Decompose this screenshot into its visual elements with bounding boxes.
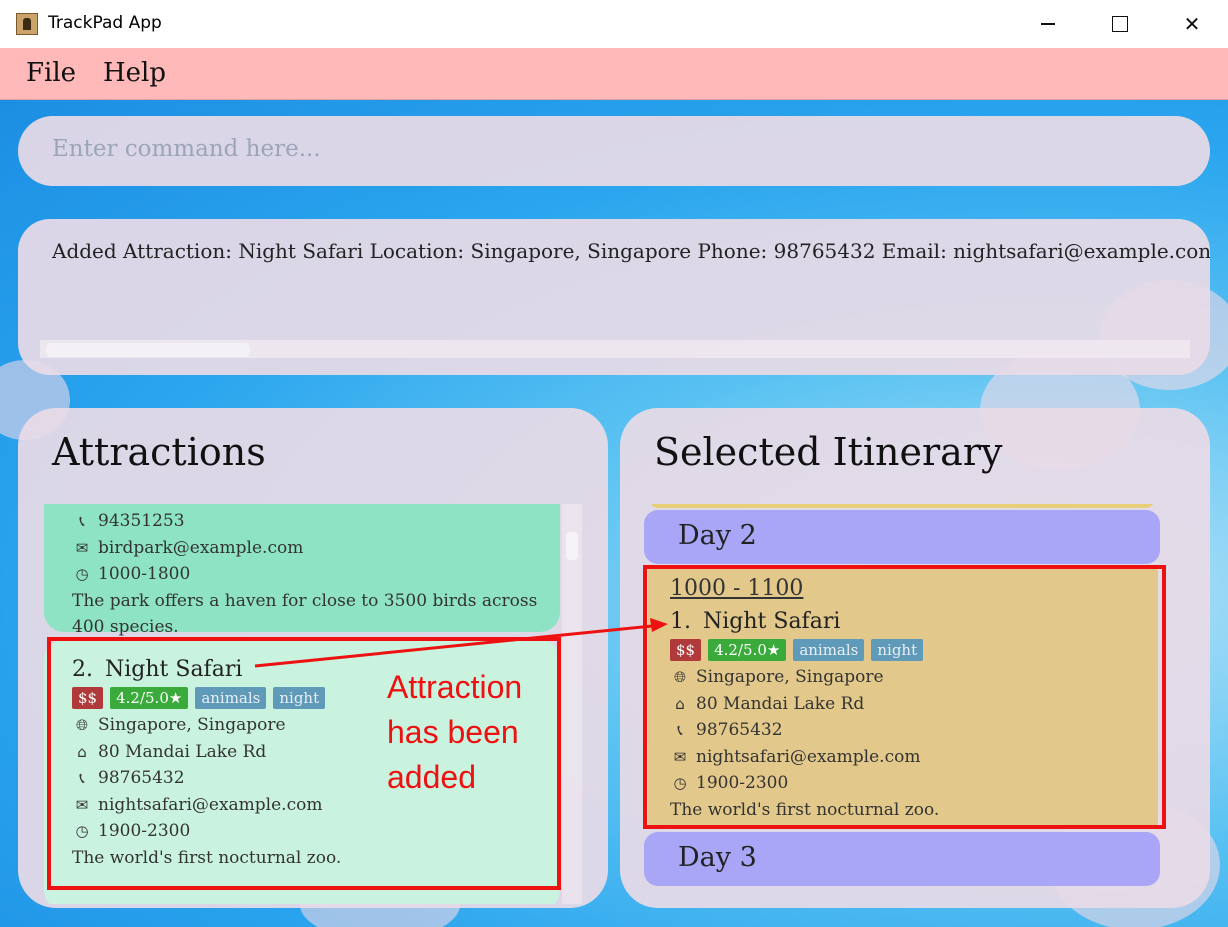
attractions-title: Attractions — [52, 430, 266, 474]
result-scrollbar[interactable] — [40, 340, 1190, 358]
attraction-hours: 1000-1800 — [98, 564, 191, 585]
attraction-email: birdpark@example.com — [98, 537, 304, 558]
command-box — [18, 116, 1210, 186]
minimize-button[interactable] — [1012, 0, 1084, 48]
highlight-box-itinerary — [643, 565, 1166, 829]
app-icon — [16, 13, 38, 35]
attractions-scrollbar-thumb[interactable] — [566, 532, 578, 560]
result-display: Added Attraction: Night Safari Location:… — [18, 219, 1210, 375]
attractions-scrollbar[interactable] — [562, 504, 582, 904]
annotation-text: Attraction has been added — [387, 669, 523, 795]
attraction-card-birdpark[interactable]: 📞︎ 94351253 ✉ birdpark@example.com ◷ 1000-1… — [44, 504, 560, 637]
title-bar: TrackPad App ✕ — [0, 0, 1228, 48]
menu-help[interactable]: Help — [103, 58, 166, 88]
itinerary-title: Selected Itinerary — [654, 430, 1003, 474]
day-header[interactable]: Day 2 — [644, 510, 1160, 564]
menu-bar: File Help — [0, 48, 1228, 100]
phone-icon: 📞︎ — [79, 512, 85, 531]
menu-file[interactable]: File — [26, 58, 76, 88]
previous-slot-edge — [650, 504, 1154, 508]
window-title: TrackPad App — [48, 13, 162, 33]
attraction-phone: 94351253 — [98, 511, 185, 532]
maximize-button[interactable] — [1084, 0, 1156, 48]
attraction-description: The park offers a haven for close to 350… — [72, 590, 538, 638]
result-text: Added Attraction: Night Safari Location:… — [52, 239, 1210, 263]
clock-icon: ◷ — [75, 565, 89, 584]
result-scrollbar-thumb[interactable] — [46, 343, 250, 357]
command-input[interactable] — [52, 136, 1152, 162]
email-icon: ✉ — [75, 538, 89, 557]
day-header[interactable]: Day 3 — [644, 832, 1160, 886]
close-button[interactable]: ✕ — [1156, 0, 1228, 48]
